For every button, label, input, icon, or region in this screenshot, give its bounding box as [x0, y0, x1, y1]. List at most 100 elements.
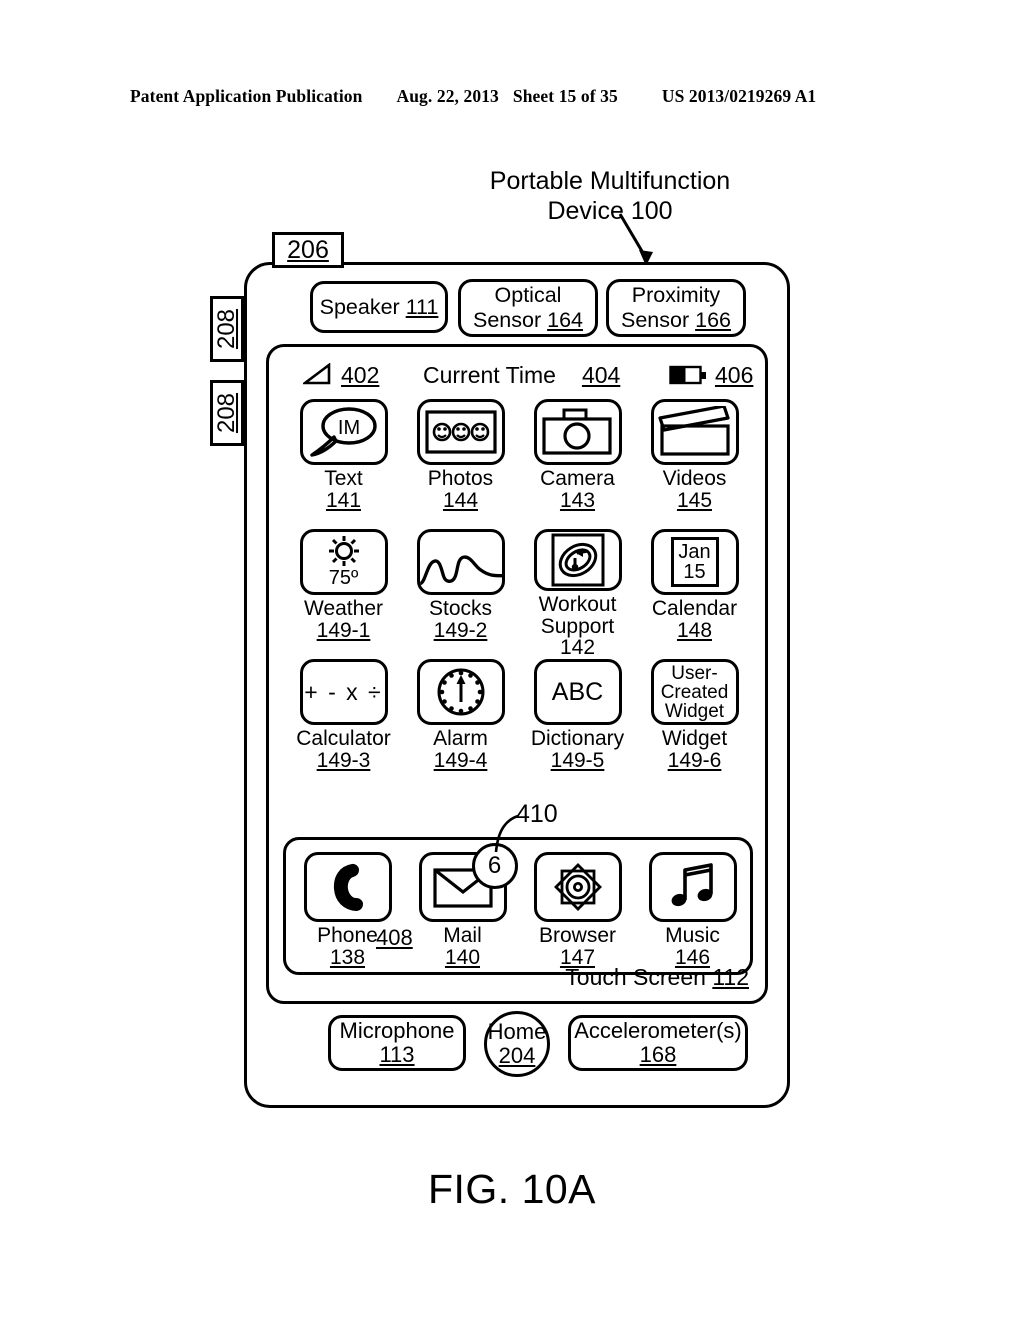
app-icon-text[interactable]: IM Text 141	[285, 399, 402, 529]
dock-tray: Phone 138 6 Mail 140 Browser 147 Music 1…	[283, 837, 753, 975]
weather-temperature: 75º	[328, 567, 359, 589]
badge-leader-line	[494, 814, 519, 853]
app-label-stocks: Stocks	[428, 597, 493, 620]
dock-reference-408: 408	[376, 925, 413, 950]
proximity-sensor-component: Proximity Sensor 166	[606, 279, 746, 337]
app-icon-widget[interactable]: User- Created Widget Widget 149-6	[636, 659, 753, 789]
proximity-sensor-line2: Sensor	[621, 308, 690, 332]
app-num-stocks: 149-2	[433, 618, 488, 642]
battery-icon	[669, 365, 706, 385]
app-num-dictionary: 149-5	[550, 748, 605, 772]
optical-sensor-component: Optical Sensor 164	[458, 279, 598, 337]
app-label-camera: Camera	[540, 467, 615, 490]
touch-screen-num: 112	[712, 964, 749, 990]
proximity-sensor-num: 166	[695, 308, 731, 332]
app-num-weather: 149-1	[316, 618, 371, 642]
user-widget-icon[interactable]: User- Created Widget	[650, 659, 739, 725]
speaker-label: Speaker	[319, 294, 400, 319]
alarm-clock-icon[interactable]	[416, 659, 505, 725]
current-time-ref-num: 404	[581, 361, 621, 388]
dock-item-music[interactable]: Music 146	[635, 852, 750, 969]
hardware-button-208-upper[interactable]: 208	[210, 296, 244, 362]
app-icon-photos[interactable]: Photos 144	[402, 399, 519, 529]
calendar-icon[interactable]: Jan 15	[650, 529, 739, 595]
header-sheet: Sheet 15 of 35	[512, 86, 618, 106]
workout-track-icon[interactable]	[533, 529, 622, 591]
app-num-videos: 145	[676, 488, 713, 512]
app-icon-dictionary[interactable]: ABC Dictionary 149-5	[519, 659, 636, 789]
icon-row-3: + - x ÷ Calculator 149-3 Alarm 149-4 ABC…	[285, 659, 755, 789]
sun-icon[interactable]: 75º	[299, 529, 388, 595]
optical-sensor-line1: Optical	[494, 283, 562, 307]
calendar-day: 15	[683, 561, 706, 583]
app-icon-calendar[interactable]: Jan 15 Calendar 148	[636, 529, 753, 659]
app-num-alarm: 149-4	[433, 748, 488, 772]
app-num-photos: 144	[442, 488, 479, 512]
dock-label-phone: Phone	[317, 924, 378, 947]
mail-badge-count: 6	[487, 852, 502, 879]
app-num-calculator: 149-3	[316, 748, 371, 772]
app-num-workout-support: 142	[559, 636, 596, 659]
browser-compass-icon[interactable]	[533, 852, 622, 922]
calculator-icon[interactable]: + - x ÷	[299, 659, 388, 725]
optical-sensor-num: 164	[547, 308, 583, 332]
header-publication: Patent Application Publication	[130, 86, 363, 106]
dock-item-mail[interactable]: 6 Mail 140	[405, 843, 520, 969]
home-button[interactable]: Home 204	[484, 1011, 550, 1077]
calculator-symbols: + - x ÷	[304, 678, 383, 705]
header-date: Aug. 22, 2013	[396, 86, 499, 106]
app-label-videos: Videos	[662, 467, 727, 490]
signal-strength-icon	[303, 363, 331, 385]
widget-text-line2: Created	[660, 681, 729, 703]
photos-icon[interactable]	[416, 399, 505, 465]
button-208-upper-label: 208	[213, 308, 241, 350]
dictionary-abc-text: ABC	[551, 677, 604, 706]
widget-text-line3: Widget	[664, 700, 725, 722]
app-label-weather: Weather	[304, 597, 383, 620]
microphone-component: Microphone 113	[328, 1015, 466, 1071]
workout-label-line2: Support	[540, 614, 615, 638]
app-icon-alarm[interactable]: Alarm 149-4	[402, 659, 519, 789]
dictionary-icon[interactable]: ABC	[533, 659, 622, 725]
icon-row-1: IM Text 141 Photos 144 Camera 143 Videos…	[285, 399, 755, 529]
app-icon-weather[interactable]: 75º Weather 149-1	[285, 529, 402, 659]
device-title-line1: Portable Multifunction	[489, 167, 731, 195]
phone-handset-icon[interactable]	[303, 852, 392, 922]
touch-screen[interactable]: 402 Current Time 404 406 IM Text 141 Pho…	[266, 344, 768, 1004]
app-icon-stocks[interactable]: Stocks 149-2	[402, 529, 519, 659]
app-label-workout-support: Workout Support	[539, 594, 617, 637]
touch-screen-label-group: Touch Screen 112	[565, 964, 749, 991]
app-num-calendar: 148	[676, 618, 713, 642]
icon-row-2: 75º Weather 149-1 Stocks 149-2 Workout S…	[285, 529, 755, 659]
home-num: 204	[498, 1043, 536, 1068]
music-note-icon[interactable]	[648, 852, 737, 922]
app-icon-videos[interactable]: Videos 145	[636, 399, 753, 529]
signal-strength-group: 402	[303, 362, 379, 389]
accelerometer-num: 168	[639, 1042, 677, 1067]
dock-num-phone: 138	[329, 945, 366, 969]
hardware-button-208-lower[interactable]: 208	[210, 380, 244, 446]
widget-text-line1: User-	[671, 662, 718, 684]
app-icon-camera[interactable]: Camera 143	[519, 399, 636, 529]
app-label-alarm: Alarm	[433, 727, 488, 750]
im-bubble-icon[interactable]: IM	[299, 399, 388, 465]
app-icon-calculator[interactable]: + - x ÷ Calculator 149-3	[285, 659, 402, 789]
dock-item-browser[interactable]: Browser 147	[520, 852, 635, 969]
mail-envelope-icon[interactable]: 6	[418, 843, 518, 922]
app-num-text: 141	[325, 488, 362, 512]
dock-label-browser: Browser	[538, 924, 617, 947]
app-label-text: Text	[324, 467, 363, 490]
workout-label-line1: Workout	[538, 593, 617, 616]
dock-item-phone[interactable]: Phone 138	[290, 852, 405, 969]
calendar-month: Jan	[678, 541, 711, 563]
stocks-wave-icon[interactable]	[416, 529, 505, 595]
app-label-calculator: Calculator	[296, 727, 391, 750]
hardware-button-206[interactable]: 206	[272, 232, 344, 268]
button-208-lower-label: 208	[213, 392, 241, 434]
videos-clapper-icon[interactable]	[650, 399, 739, 465]
app-icon-workout-support[interactable]: Workout Support 142	[519, 529, 636, 659]
current-time-label: Current Time	[423, 361, 556, 388]
camera-icon[interactable]	[533, 399, 622, 465]
app-num-camera: 143	[559, 488, 596, 512]
status-bar: 402 Current Time 404 406	[269, 355, 765, 395]
